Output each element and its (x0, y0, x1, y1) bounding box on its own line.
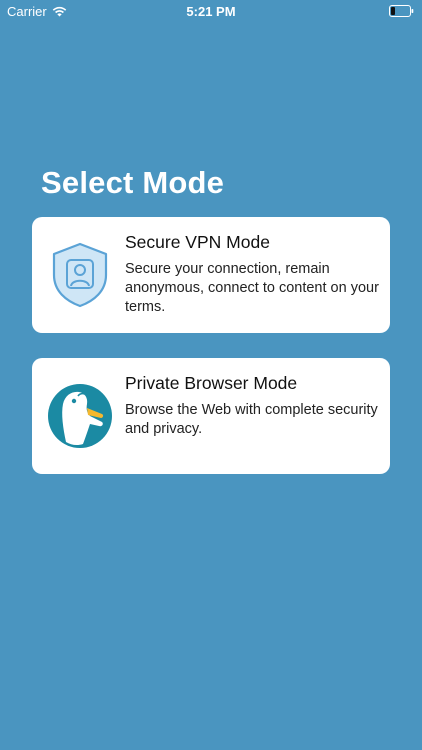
vpn-mode-title: Secure VPN Mode (125, 232, 270, 252)
duck-logo-icon (46, 382, 114, 450)
battery-icon (389, 5, 414, 17)
browser-mode-description: Browse the Web with complete security an… (125, 402, 378, 437)
browser-mode-title: Private Browser Mode (125, 373, 298, 393)
vpn-mode-description: Secure your connection, remain anonymous… (125, 261, 379, 315)
secure-vpn-mode-card[interactable]: Secure VPN Mode Secure your connection, … (32, 217, 390, 333)
shield-user-icon (46, 241, 114, 309)
private-browser-mode-card[interactable]: Private Browser Mode Browse the Web with… (32, 358, 390, 474)
page-title: Select Mode (41, 165, 225, 200)
status-bar: Carrier 5:21 PM (0, 0, 422, 22)
clock: 5:21 PM (186, 4, 236, 19)
